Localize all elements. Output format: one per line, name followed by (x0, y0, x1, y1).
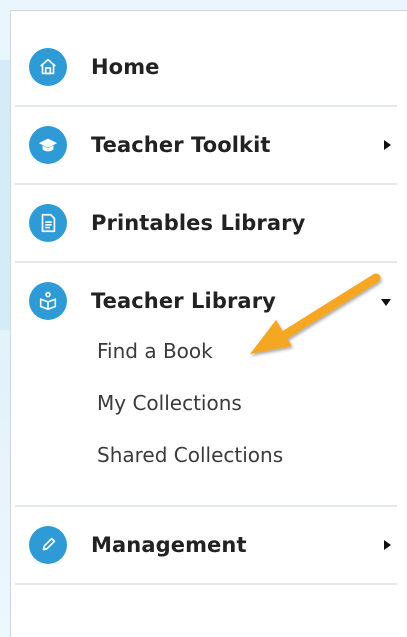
menu-label-printables-library: Printables Library (91, 211, 306, 235)
chevron-right-icon[interactable] (384, 540, 391, 550)
menu-item-teacher-toolkit: Teacher Toolkit (15, 107, 397, 185)
menu-label-teacher-toolkit: Teacher Toolkit (91, 133, 271, 157)
menu-row-management[interactable]: Management (15, 507, 397, 583)
submenu-item-shared-collections[interactable]: Shared Collections (15, 429, 397, 481)
menu-label-management: Management (91, 533, 247, 557)
pencil-icon (29, 526, 67, 564)
submenu-item-my-collections[interactable]: My Collections (15, 377, 397, 429)
home-icon (29, 48, 67, 86)
menu-item-printables-library: Printables Library (15, 185, 397, 263)
menu-row-teacher-toolkit[interactable]: Teacher Toolkit (15, 107, 397, 183)
graduation-cap-icon (29, 126, 67, 164)
menu-row-printables-library[interactable]: Printables Library (15, 185, 397, 261)
menu-row-home[interactable]: Home (15, 29, 397, 105)
document-icon (29, 204, 67, 242)
annotation-arrow-icon (250, 273, 381, 354)
menu-label-home: Home (91, 55, 160, 79)
open-book-icon (29, 282, 67, 320)
chevron-right-icon[interactable] (384, 140, 391, 150)
menu-item-home: Home (15, 29, 397, 107)
menu-item-management: Management (15, 507, 397, 585)
